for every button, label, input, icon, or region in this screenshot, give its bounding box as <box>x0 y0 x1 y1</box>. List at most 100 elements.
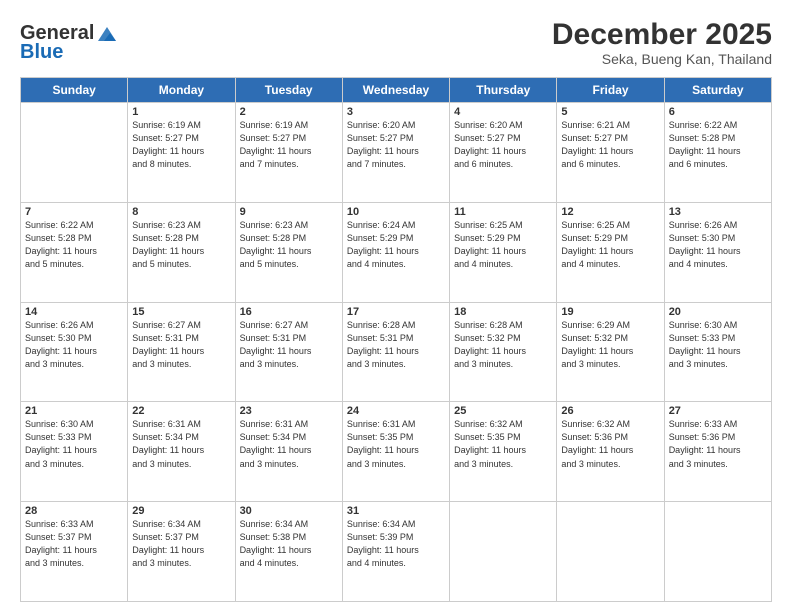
cell-info: Sunrise: 6:23 AMSunset: 5:28 PMDaylight:… <box>240 219 338 271</box>
cell-info: Sunrise: 6:33 AMSunset: 5:37 PMDaylight:… <box>25 518 123 570</box>
calendar-day-header: Thursday <box>450 78 557 103</box>
day-number: 2 <box>240 106 338 118</box>
day-number: 24 <box>347 405 445 417</box>
cell-info: Sunrise: 6:31 AMSunset: 5:34 PMDaylight:… <box>240 418 338 470</box>
day-number: 18 <box>454 306 552 318</box>
calendar-cell: 13Sunrise: 6:26 AMSunset: 5:30 PMDayligh… <box>664 202 771 302</box>
calendar-cell: 1Sunrise: 6:19 AMSunset: 5:27 PMDaylight… <box>128 103 235 203</box>
cell-info: Sunrise: 6:25 AMSunset: 5:29 PMDaylight:… <box>561 219 659 271</box>
calendar-cell: 19Sunrise: 6:29 AMSunset: 5:32 PMDayligh… <box>557 302 664 402</box>
day-number: 17 <box>347 306 445 318</box>
day-number: 7 <box>25 206 123 218</box>
calendar-cell <box>557 502 664 602</box>
cell-info: Sunrise: 6:32 AMSunset: 5:35 PMDaylight:… <box>454 418 552 470</box>
calendar-header-row: SundayMondayTuesdayWednesdayThursdayFrid… <box>21 78 772 103</box>
calendar-cell: 30Sunrise: 6:34 AMSunset: 5:38 PMDayligh… <box>235 502 342 602</box>
calendar-cell: 5Sunrise: 6:21 AMSunset: 5:27 PMDaylight… <box>557 103 664 203</box>
day-number: 30 <box>240 505 338 517</box>
cell-info: Sunrise: 6:22 AMSunset: 5:28 PMDaylight:… <box>669 119 767 171</box>
cell-info: Sunrise: 6:19 AMSunset: 5:27 PMDaylight:… <box>132 119 230 171</box>
calendar-cell: 9Sunrise: 6:23 AMSunset: 5:28 PMDaylight… <box>235 202 342 302</box>
cell-info: Sunrise: 6:20 AMSunset: 5:27 PMDaylight:… <box>454 119 552 171</box>
cell-info: Sunrise: 6:23 AMSunset: 5:28 PMDaylight:… <box>132 219 230 271</box>
calendar-day-header: Wednesday <box>342 78 449 103</box>
calendar-cell: 27Sunrise: 6:33 AMSunset: 5:36 PMDayligh… <box>664 402 771 502</box>
calendar-cell <box>664 502 771 602</box>
day-number: 23 <box>240 405 338 417</box>
day-number: 11 <box>454 206 552 218</box>
calendar-cell: 24Sunrise: 6:31 AMSunset: 5:35 PMDayligh… <box>342 402 449 502</box>
day-number: 22 <box>132 405 230 417</box>
calendar-cell: 12Sunrise: 6:25 AMSunset: 5:29 PMDayligh… <box>557 202 664 302</box>
day-number: 9 <box>240 206 338 218</box>
day-number: 10 <box>347 206 445 218</box>
cell-info: Sunrise: 6:19 AMSunset: 5:27 PMDaylight:… <box>240 119 338 171</box>
calendar-cell: 7Sunrise: 6:22 AMSunset: 5:28 PMDaylight… <box>21 202 128 302</box>
calendar-cell: 15Sunrise: 6:27 AMSunset: 5:31 PMDayligh… <box>128 302 235 402</box>
calendar-cell: 20Sunrise: 6:30 AMSunset: 5:33 PMDayligh… <box>664 302 771 402</box>
cell-info: Sunrise: 6:33 AMSunset: 5:36 PMDaylight:… <box>669 418 767 470</box>
calendar-cell: 10Sunrise: 6:24 AMSunset: 5:29 PMDayligh… <box>342 202 449 302</box>
day-number: 26 <box>561 405 659 417</box>
calendar-day-header: Saturday <box>664 78 771 103</box>
calendar-week-row: 14Sunrise: 6:26 AMSunset: 5:30 PMDayligh… <box>21 302 772 402</box>
title-block: December 2025 Seka, Bueng Kan, Thailand <box>552 18 772 67</box>
logo-icon <box>96 25 118 43</box>
day-number: 29 <box>132 505 230 517</box>
calendar-cell: 23Sunrise: 6:31 AMSunset: 5:34 PMDayligh… <box>235 402 342 502</box>
cell-info: Sunrise: 6:27 AMSunset: 5:31 PMDaylight:… <box>132 319 230 371</box>
cell-info: Sunrise: 6:26 AMSunset: 5:30 PMDaylight:… <box>25 319 123 371</box>
calendar-day-header: Friday <box>557 78 664 103</box>
day-number: 3 <box>347 106 445 118</box>
day-number: 12 <box>561 206 659 218</box>
calendar-cell: 31Sunrise: 6:34 AMSunset: 5:39 PMDayligh… <box>342 502 449 602</box>
calendar-cell: 22Sunrise: 6:31 AMSunset: 5:34 PMDayligh… <box>128 402 235 502</box>
cell-info: Sunrise: 6:34 AMSunset: 5:37 PMDaylight:… <box>132 518 230 570</box>
calendar-cell: 17Sunrise: 6:28 AMSunset: 5:31 PMDayligh… <box>342 302 449 402</box>
day-number: 27 <box>669 405 767 417</box>
day-number: 16 <box>240 306 338 318</box>
calendar-cell: 16Sunrise: 6:27 AMSunset: 5:31 PMDayligh… <box>235 302 342 402</box>
page: General Blue December 2025 Seka, Bueng K… <box>0 0 792 612</box>
calendar-week-row: 21Sunrise: 6:30 AMSunset: 5:33 PMDayligh… <box>21 402 772 502</box>
calendar-week-row: 1Sunrise: 6:19 AMSunset: 5:27 PMDaylight… <box>21 103 772 203</box>
location-subtitle: Seka, Bueng Kan, Thailand <box>552 51 772 67</box>
day-number: 19 <box>561 306 659 318</box>
month-title: December 2025 <box>552 18 772 51</box>
cell-info: Sunrise: 6:21 AMSunset: 5:27 PMDaylight:… <box>561 119 659 171</box>
day-number: 31 <box>347 505 445 517</box>
day-number: 21 <box>25 405 123 417</box>
calendar-cell: 25Sunrise: 6:32 AMSunset: 5:35 PMDayligh… <box>450 402 557 502</box>
calendar-cell <box>450 502 557 602</box>
calendar-cell <box>21 103 128 203</box>
day-number: 25 <box>454 405 552 417</box>
day-number: 14 <box>25 306 123 318</box>
logo: General Blue <box>20 22 118 64</box>
calendar-week-row: 7Sunrise: 6:22 AMSunset: 5:28 PMDaylight… <box>21 202 772 302</box>
cell-info: Sunrise: 6:34 AMSunset: 5:39 PMDaylight:… <box>347 518 445 570</box>
calendar-cell: 29Sunrise: 6:34 AMSunset: 5:37 PMDayligh… <box>128 502 235 602</box>
day-number: 8 <box>132 206 230 218</box>
calendar-day-header: Tuesday <box>235 78 342 103</box>
cell-info: Sunrise: 6:31 AMSunset: 5:34 PMDaylight:… <box>132 418 230 470</box>
cell-info: Sunrise: 6:24 AMSunset: 5:29 PMDaylight:… <box>347 219 445 271</box>
day-number: 6 <box>669 106 767 118</box>
calendar-cell: 11Sunrise: 6:25 AMSunset: 5:29 PMDayligh… <box>450 202 557 302</box>
cell-info: Sunrise: 6:25 AMSunset: 5:29 PMDaylight:… <box>454 219 552 271</box>
calendar-cell: 3Sunrise: 6:20 AMSunset: 5:27 PMDaylight… <box>342 103 449 203</box>
cell-info: Sunrise: 6:27 AMSunset: 5:31 PMDaylight:… <box>240 319 338 371</box>
header: General Blue December 2025 Seka, Bueng K… <box>20 18 772 67</box>
calendar-cell: 14Sunrise: 6:26 AMSunset: 5:30 PMDayligh… <box>21 302 128 402</box>
logo-blue: Blue <box>20 41 63 64</box>
cell-info: Sunrise: 6:22 AMSunset: 5:28 PMDaylight:… <box>25 219 123 271</box>
calendar-cell: 28Sunrise: 6:33 AMSunset: 5:37 PMDayligh… <box>21 502 128 602</box>
cell-info: Sunrise: 6:34 AMSunset: 5:38 PMDaylight:… <box>240 518 338 570</box>
calendar-week-row: 28Sunrise: 6:33 AMSunset: 5:37 PMDayligh… <box>21 502 772 602</box>
day-number: 28 <box>25 505 123 517</box>
calendar-cell: 8Sunrise: 6:23 AMSunset: 5:28 PMDaylight… <box>128 202 235 302</box>
cell-info: Sunrise: 6:29 AMSunset: 5:32 PMDaylight:… <box>561 319 659 371</box>
calendar-table: SundayMondayTuesdayWednesdayThursdayFrid… <box>20 77 772 602</box>
cell-info: Sunrise: 6:30 AMSunset: 5:33 PMDaylight:… <box>25 418 123 470</box>
calendar-cell: 26Sunrise: 6:32 AMSunset: 5:36 PMDayligh… <box>557 402 664 502</box>
day-number: 15 <box>132 306 230 318</box>
